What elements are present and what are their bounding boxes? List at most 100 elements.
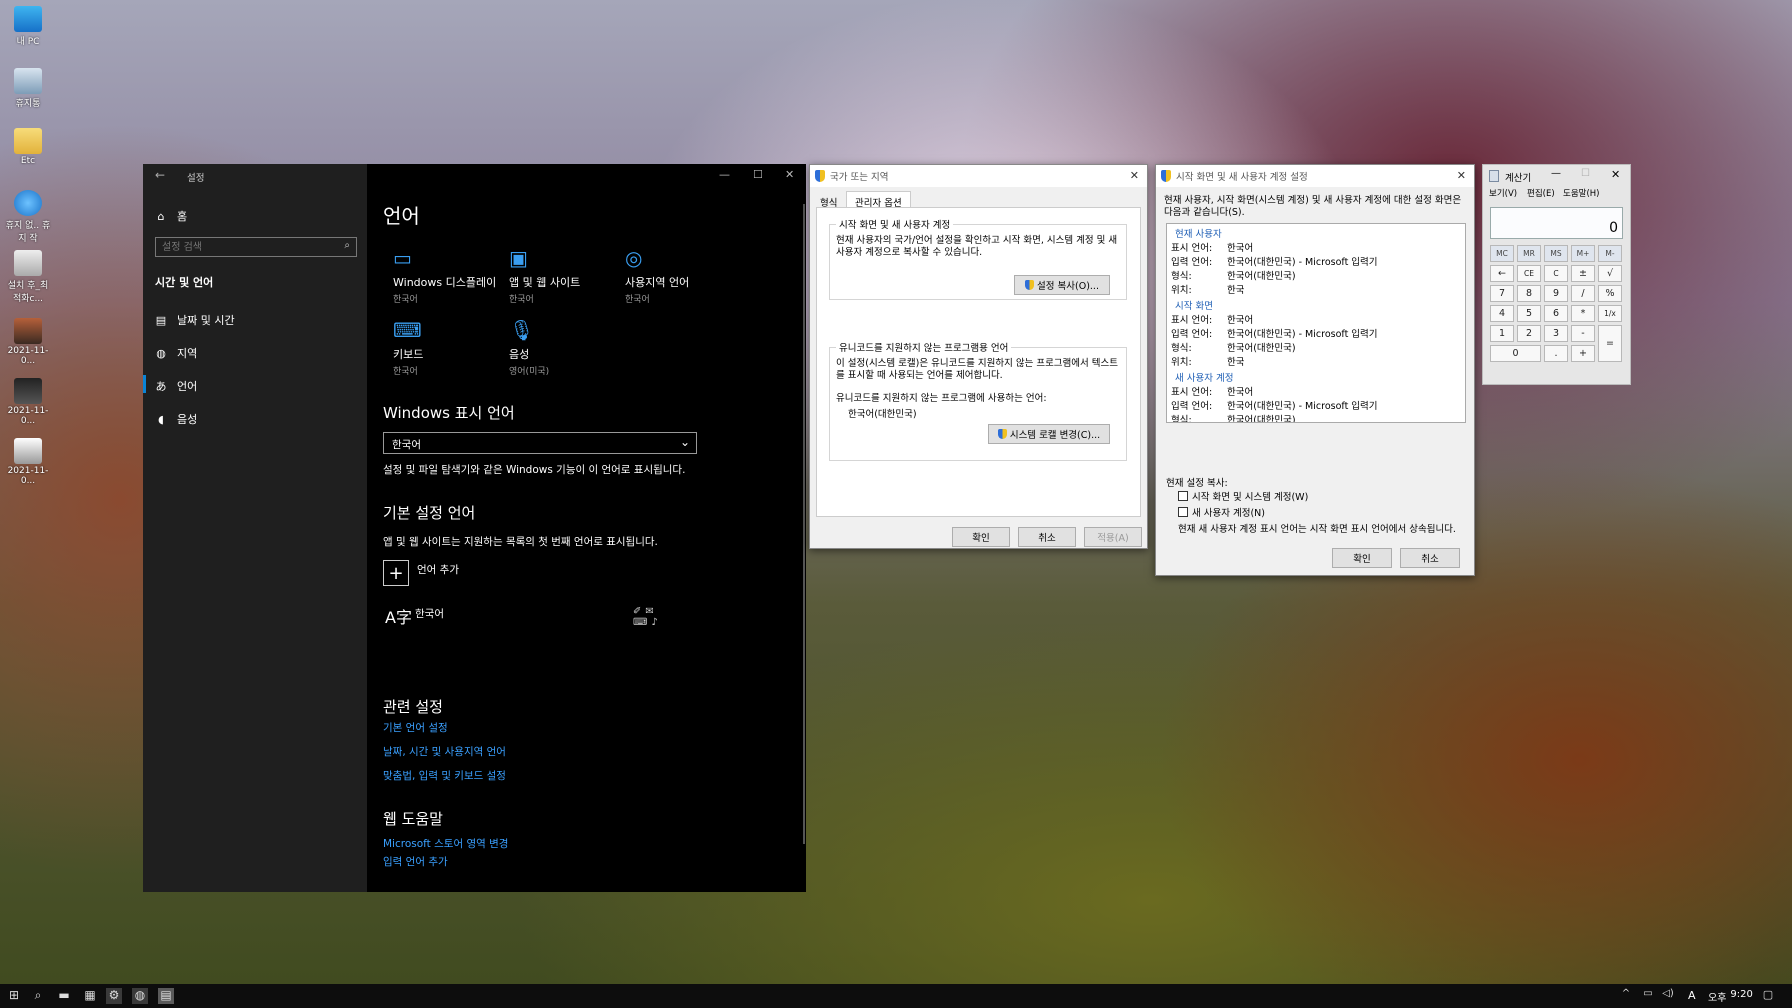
search-box[interactable]: ⌕: [155, 237, 357, 257]
link-store-region[interactable]: Microsoft 스토어 영역 변경: [383, 836, 508, 851]
key-plus-minus[interactable]: ±: [1571, 265, 1595, 282]
key-ce[interactable]: CE: [1517, 265, 1541, 282]
tile-regional-format[interactable]: ◎ 사용지역 언어 한국어: [625, 246, 735, 305]
tab-panel: 시작 화면 및 새 사용자 계정 현재 사용자의 국가/언어 설정을 확인하고 …: [816, 207, 1141, 517]
change-system-locale-button[interactable]: 시스템 로캘 변경(C)...: [988, 424, 1110, 444]
cancel-button[interactable]: 취소: [1400, 548, 1460, 568]
key-multiply[interactable]: *: [1571, 305, 1595, 322]
search-input[interactable]: [156, 238, 336, 256]
language-list-item[interactable]: A字 한국어 ✐✉⌨♪: [383, 604, 683, 634]
active-indicator: [143, 375, 146, 393]
region-taskbar-icon[interactable]: ◍: [132, 988, 148, 1004]
display-language-select[interactable]: 한국어 ⌄: [383, 432, 697, 454]
key-percent[interactable]: %: [1598, 285, 1622, 302]
key-0[interactable]: 0: [1490, 345, 1541, 362]
display-language-heading: Windows 표시 언어: [383, 404, 515, 422]
sidebar-item-date-time[interactable]: ▤ 날짜 및 시간: [155, 312, 235, 328]
close-button[interactable]: ✕: [1611, 168, 1620, 181]
clock[interactable]: 오후 9:20: [1708, 989, 1753, 1004]
key-3[interactable]: 3: [1544, 325, 1568, 342]
notification-center-icon[interactable]: ▢: [1760, 988, 1776, 1004]
key-c[interactable]: C: [1544, 265, 1568, 282]
link-add-input-language[interactable]: 입력 언어 추가: [383, 854, 448, 869]
button-label: 설정 복사(O)...: [1037, 281, 1099, 292]
key-minus[interactable]: -: [1571, 325, 1595, 342]
start-windows-icon[interactable]: ⊞: [6, 988, 22, 1004]
store-icon[interactable]: ▦: [82, 988, 98, 1004]
input-language-indicator[interactable]: A: [1688, 989, 1696, 1002]
menu-help[interactable]: 도움말(H): [1563, 187, 1599, 199]
sidebar-item-home[interactable]: ⌂ 홈: [155, 208, 188, 224]
network-icon[interactable]: ▭: [1640, 988, 1656, 1004]
key-8[interactable]: 8: [1517, 285, 1541, 302]
tile-windows-display[interactable]: ▭ Windows 디스플레이 한국어: [393, 246, 503, 305]
apply-button[interactable]: 적용(A): [1084, 527, 1142, 547]
menu-view[interactable]: 보기(V): [1489, 187, 1517, 199]
maximize-button[interactable]: ☐: [1581, 168, 1590, 179]
desktop-icon-file3[interactable]: 2021-11-0...: [4, 438, 52, 486]
key-ms[interactable]: MS: [1544, 245, 1568, 262]
key-9[interactable]: 9: [1544, 285, 1568, 302]
minimize-button[interactable]: —: [1551, 168, 1561, 179]
key-backspace[interactable]: ←: [1490, 265, 1514, 282]
kv-value: 한국어(대한민국): [1227, 271, 1296, 282]
key-2[interactable]: 2: [1517, 325, 1541, 342]
file-explorer-icon[interactable]: ▬: [56, 988, 72, 1004]
key-reciprocal[interactable]: 1/x: [1598, 305, 1622, 322]
desktop-icon-etc[interactable]: Etc: [4, 128, 52, 166]
key-mr[interactable]: MR: [1517, 245, 1541, 262]
close-icon[interactable]: ✕: [1130, 169, 1139, 182]
key-plus[interactable]: +: [1571, 345, 1595, 362]
settings-gear-icon[interactable]: ⚙: [106, 988, 122, 1004]
back-arrow-icon[interactable]: ←: [155, 168, 165, 182]
key-5[interactable]: 5: [1517, 305, 1541, 322]
key-divide[interactable]: /: [1571, 285, 1595, 302]
key-1[interactable]: 1: [1490, 325, 1514, 342]
key-equals[interactable]: =: [1598, 325, 1622, 362]
settings-listbox[interactable]: 현재 사용자 표시 언어: 한국어 입력 언어: 한국어(대한민국) - Micro…: [1166, 223, 1466, 423]
key-sqrt[interactable]: √: [1598, 265, 1622, 282]
checkbox-welcome-system[interactable]: 시작 화면 및 시스템 계정(W): [1178, 489, 1308, 503]
key-4[interactable]: 4: [1490, 305, 1514, 322]
kv-value: 한국어(대한민국): [1227, 415, 1296, 423]
key-mminus[interactable]: M-: [1598, 245, 1622, 262]
desktop-icon-ie[interactable]: 휴지 없.. 휴지 작: [4, 190, 52, 244]
desktop-icon-file2[interactable]: 2021-11-0...: [4, 378, 52, 426]
scrollbar[interactable]: [803, 204, 805, 844]
close-icon[interactable]: ✕: [1457, 169, 1466, 182]
tile-keyboard[interactable]: ⌨ 키보드 한국어: [393, 318, 503, 377]
key-mc[interactable]: MC: [1490, 245, 1514, 262]
tile-sub: 한국어: [393, 295, 418, 305]
ok-button[interactable]: 확인: [952, 527, 1010, 547]
add-language-button[interactable]: + 언어 추가: [383, 560, 459, 586]
tile-apps-websites[interactable]: ▣ 앱 및 웹 사이트 한국어: [509, 246, 619, 305]
link-date-time-region[interactable]: 날짜, 시간 및 사용지역 언어: [383, 744, 506, 759]
desktop-icon-this-pc[interactable]: 내 PC: [4, 6, 52, 47]
show-hidden-icons-icon[interactable]: ^: [1618, 988, 1634, 1004]
search-icon[interactable]: ⌕: [30, 988, 46, 1004]
key-decimal[interactable]: .: [1544, 345, 1568, 362]
kv-key: 표시 언어:: [1171, 387, 1213, 398]
sidebar-item-speech[interactable]: ◖ 음성: [155, 411, 197, 427]
copy-settings-button[interactable]: 설정 복사(O)...: [1014, 275, 1110, 295]
gear-icon: [14, 250, 42, 276]
key-6[interactable]: 6: [1544, 305, 1568, 322]
key-mplus[interactable]: M+: [1571, 245, 1595, 262]
desktop-icon-recycle-bin[interactable]: 휴지통: [4, 68, 52, 109]
volume-icon[interactable]: ◁): [1660, 988, 1676, 1004]
link-basic-language[interactable]: 기본 언어 설정: [383, 720, 448, 735]
key-7[interactable]: 7: [1490, 285, 1514, 302]
menu-edit[interactable]: 편집(E): [1527, 187, 1555, 199]
link-spelling-typing[interactable]: 맞춤법, 입력 및 키보드 설정: [383, 768, 506, 783]
checkbox-box[interactable]: [1178, 507, 1188, 517]
desktop-icon-optimize[interactable]: 설치 후_최적화c...: [4, 250, 52, 304]
sidebar-item-language[interactable]: あ 언어: [155, 378, 198, 394]
tile-speech[interactable]: 🎙 음성 영어(미국): [509, 318, 619, 377]
calculator-taskbar-icon[interactable]: ▤: [158, 988, 174, 1004]
checkbox-new-user[interactable]: 새 사용자 계정(N): [1178, 505, 1265, 519]
desktop-icon-file1[interactable]: 2021-11-0...: [4, 318, 52, 366]
cancel-button[interactable]: 취소: [1018, 527, 1076, 547]
ok-button[interactable]: 확인: [1332, 548, 1392, 568]
sidebar-item-region[interactable]: ◍ 지역: [155, 345, 197, 361]
checkbox-box[interactable]: [1178, 491, 1188, 501]
